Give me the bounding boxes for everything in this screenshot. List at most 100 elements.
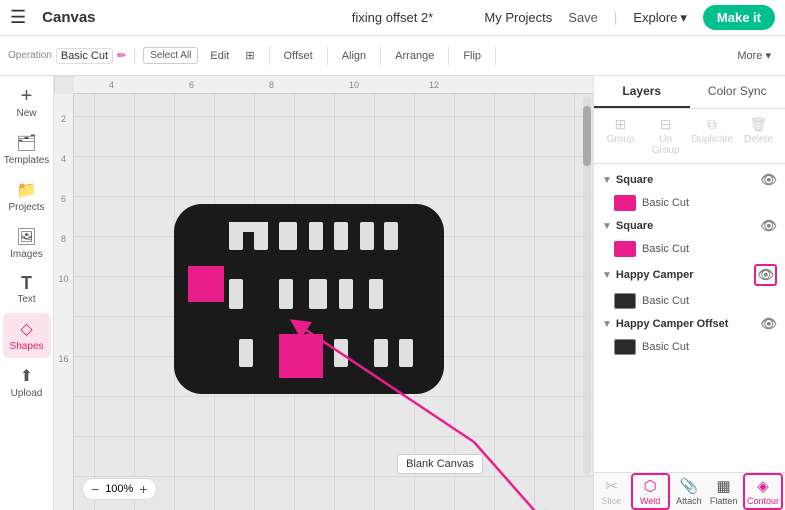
sidebar-item-shapes[interactable]: ◇ Shapes xyxy=(3,313,51,358)
cutout-4 xyxy=(309,222,323,250)
more-button[interactable]: More ▾ xyxy=(731,46,777,65)
edit-options-button[interactable]: ⊞ xyxy=(239,46,260,65)
contour-button[interactable]: ◈ Contour xyxy=(743,473,783,510)
blank-canvas-label: Blank Canvas xyxy=(397,454,483,474)
tab-layers[interactable]: Layers xyxy=(594,76,690,108)
layer-group-square2: ▼ Square 👁 Basic Cut xyxy=(594,214,785,260)
left-sidebar: + New 🗂 Templates 📁 Projects 🖼 Images T … xyxy=(0,76,54,510)
sidebar-item-upload[interactable]: ⬆ Upload xyxy=(3,360,51,405)
layer-group-happy-camper: ▼ Happy Camper 👁 Basic Cut xyxy=(594,260,785,312)
toolbar-align-group: Align xyxy=(336,47,381,65)
canvas-content[interactable] xyxy=(74,94,593,510)
align-button[interactable]: Align xyxy=(336,47,372,65)
duplicate-icon: ⧉ xyxy=(707,116,717,133)
zoom-out-button[interactable]: − xyxy=(89,481,101,497)
layers-list: ▼ Square 👁 Basic Cut ▼ Square 👁 xyxy=(594,164,785,472)
sidebar-item-images[interactable]: 🖼 Images xyxy=(3,221,51,266)
make-it-button[interactable]: Make it xyxy=(703,5,775,30)
layer-group-name-square1: Square xyxy=(616,174,653,186)
edit-button[interactable]: Edit xyxy=(204,47,235,65)
layer-group-header-happy-camper[interactable]: ▼ Happy Camper 👁 xyxy=(594,260,785,290)
layer-item-happy-camper[interactable]: Basic Cut xyxy=(594,290,785,312)
cutout-15 xyxy=(374,339,388,367)
offset-button[interactable]: Offset xyxy=(278,47,319,65)
flip-button[interactable]: Flip xyxy=(457,47,487,65)
sidebar-item-images-label: Images xyxy=(10,249,43,260)
nav-divider: | xyxy=(614,10,617,25)
zoom-controls: − 100% + xyxy=(82,478,157,500)
layer-group-square1: ▼ Square 👁 Basic Cut xyxy=(594,168,785,214)
flatten-button[interactable]: ▦ Flatten xyxy=(706,473,741,510)
weld-label: Weld xyxy=(640,496,660,506)
sidebar-item-text-label: Text xyxy=(17,294,35,305)
chevron-down-icon: ▾ xyxy=(680,10,687,26)
zoom-in-button[interactable]: + xyxy=(137,481,149,497)
weld-button[interactable]: ⬡ Weld xyxy=(631,473,670,510)
layer-group-header-happy-camper-offset[interactable]: ▼ Happy Camper Offset 👁 xyxy=(594,312,785,336)
contour-icon: ◈ xyxy=(757,477,769,495)
layer-item-square2[interactable]: Basic Cut xyxy=(594,238,785,260)
duplicate-button[interactable]: ⧉ Duplicate xyxy=(688,113,736,159)
arrange-button[interactable]: Arrange xyxy=(389,47,440,65)
toolbar-edit-group: Edit ⊞ xyxy=(204,46,269,65)
attach-icon: 📎 xyxy=(680,477,699,495)
happy-camper-shape[interactable] xyxy=(164,194,454,404)
layer-group-name-square2: Square xyxy=(616,220,653,232)
toolbar-flip-group: Flip xyxy=(457,47,496,65)
ungroup-button[interactable]: ⊟ Un Group xyxy=(643,113,688,159)
layer-item-square1[interactable]: Basic Cut xyxy=(594,192,785,214)
layer-thumb-happy-camper-offset xyxy=(614,339,636,355)
delete-button[interactable]: 🗑 Delete xyxy=(736,113,781,159)
operation-pencil-icon[interactable]: ✏ xyxy=(117,49,126,62)
upload-icon: ⬆ xyxy=(20,366,33,386)
eye-icon-square2[interactable]: 👁 xyxy=(760,218,777,234)
delete-icon: 🗑 xyxy=(750,116,768,133)
flatten-label: Flatten xyxy=(710,496,738,506)
design-element[interactable] xyxy=(164,194,454,404)
sidebar-item-new-label: New xyxy=(16,108,36,119)
pink-square-bottomcenter xyxy=(279,334,323,378)
chevron-icon-4: ▼ xyxy=(602,319,612,330)
select-all-button[interactable]: Select All xyxy=(143,47,198,64)
hamburger-menu[interactable]: ☰ xyxy=(10,7,26,28)
vertical-scrollbar[interactable] xyxy=(583,96,591,474)
layer-group-header-square1[interactable]: ▼ Square 👁 xyxy=(594,168,785,192)
bottom-toolbar: ✂ Slice ⬡ Weld 📎 Attach ▦ Flatten ◈ Cont… xyxy=(594,472,785,510)
canvas-area[interactable]: 4 6 8 10 12 2 4 6 8 10 16 xyxy=(54,76,593,510)
slice-label: Slice xyxy=(602,496,622,506)
sidebar-item-new[interactable]: + New xyxy=(3,80,51,125)
contour-label: Contour xyxy=(747,496,779,506)
sidebar-item-templates[interactable]: 🗂 Templates xyxy=(3,127,51,172)
pink-square-topleft xyxy=(188,266,224,302)
eye-icon-happy-camper-offset[interactable]: 👁 xyxy=(760,316,777,332)
layer-label-happy-camper: Basic Cut xyxy=(642,295,777,307)
layer-group-header-square2[interactable]: ▼ Square 👁 xyxy=(594,214,785,238)
cutout-14 xyxy=(334,339,348,367)
toolbar-operation-group: Operation Basic Cut ✏ xyxy=(8,48,135,64)
top-navigation: ☰ Canvas fixing offset 2* My Projects Sa… xyxy=(0,0,785,36)
cutout-7 xyxy=(384,222,398,250)
eye-icon-square1[interactable]: 👁 xyxy=(760,172,777,188)
tab-color-sync[interactable]: Color Sync xyxy=(690,76,785,108)
ungroup-label: Un Group xyxy=(646,134,685,156)
shapes-icon: ◇ xyxy=(20,319,32,339)
slice-button[interactable]: ✂ Slice xyxy=(594,473,629,510)
slice-icon: ✂ xyxy=(605,477,618,495)
operation-value: Basic Cut xyxy=(56,48,113,64)
chevron-icon-2: ▼ xyxy=(602,221,612,232)
sidebar-item-shapes-label: Shapes xyxy=(10,341,44,352)
cutout-3 xyxy=(279,222,297,250)
eye-icon-happy-camper[interactable]: 👁 xyxy=(754,264,777,286)
chevron-icon-3: ▼ xyxy=(602,270,612,281)
cutout-12 xyxy=(369,279,383,309)
sidebar-item-templates-label: Templates xyxy=(4,155,50,166)
explore-button[interactable]: Explore ▾ xyxy=(633,10,687,26)
text-icon: T xyxy=(21,274,32,292)
sidebar-item-text[interactable]: T Text xyxy=(3,268,51,311)
save-button[interactable]: Save xyxy=(568,10,598,25)
group-button[interactable]: ⊞ Group xyxy=(598,113,643,159)
attach-button[interactable]: 📎 Attach xyxy=(672,473,707,510)
layer-item-happy-camper-offset[interactable]: Basic Cut xyxy=(594,336,785,358)
sidebar-item-projects[interactable]: 📁 Projects xyxy=(3,174,51,219)
my-projects-link[interactable]: My Projects xyxy=(484,10,552,25)
